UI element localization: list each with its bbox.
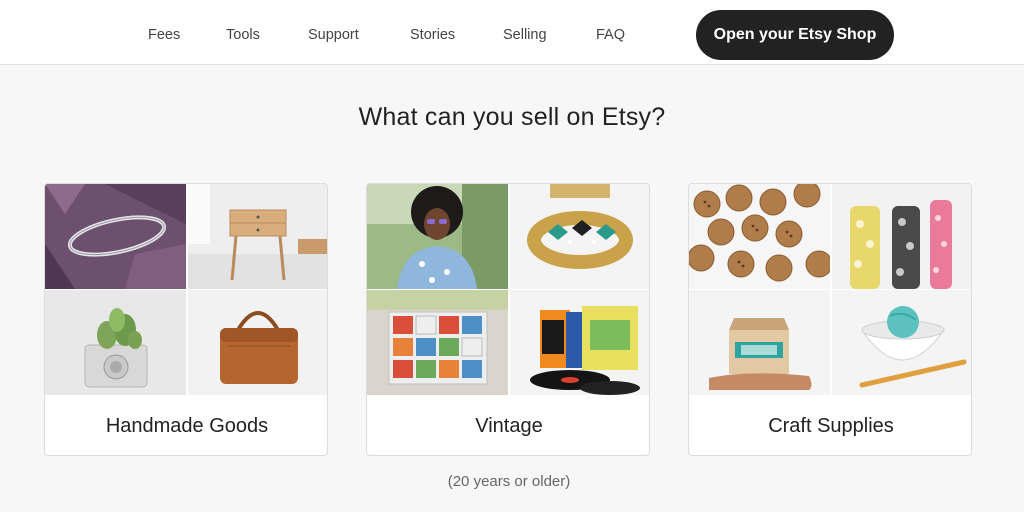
vinyl-records-photo (510, 290, 649, 395)
top-navigation: Fees Tools Support Stories Selling FAQ O… (0, 0, 1024, 65)
craft-kit-box-photo (689, 290, 830, 395)
fabric-rolls-photo (832, 184, 971, 289)
category-image-collage (367, 184, 649, 395)
category-card-craft-supplies[interactable]: Craft Supplies (688, 183, 972, 456)
category-label: Vintage (475, 415, 543, 437)
wooden-buttons-photo (689, 184, 830, 289)
open-shop-button[interactable]: Open your Etsy Shop (696, 10, 894, 60)
wooden-nightstand-photo (188, 184, 327, 289)
category-image-collage (45, 184, 327, 395)
category-label: Handmade Goods (105, 415, 269, 437)
category-label: Craft Supplies (768, 415, 894, 437)
nav-link-support[interactable]: Support (308, 26, 359, 44)
category-card-handmade[interactable]: Handmade Goods (44, 183, 328, 456)
nav-link-faq[interactable]: FAQ (596, 26, 625, 44)
category-image-collage (689, 184, 971, 395)
vintage-fashion-portrait-photo (367, 184, 508, 289)
nav-link-selling[interactable]: Selling (503, 26, 547, 44)
yarn-bowl-photo (832, 290, 971, 395)
silver-ring-photo (45, 184, 186, 289)
page-headline: What can you sell on Etsy? (358, 103, 666, 131)
vintage-age-note: (20 years or older) (447, 473, 571, 490)
nav-link-tools[interactable]: Tools (226, 26, 260, 44)
category-card-vintage[interactable]: Vintage (366, 183, 650, 456)
succulent-camera-planter-photo (45, 290, 186, 395)
leather-bag-photo (188, 290, 327, 395)
retro-locker-cabinet-photo (367, 290, 508, 395)
nav-link-stories[interactable]: Stories (410, 26, 455, 44)
jeweled-bracelet-photo (510, 184, 649, 289)
nav-link-fees[interactable]: Fees (148, 26, 180, 44)
